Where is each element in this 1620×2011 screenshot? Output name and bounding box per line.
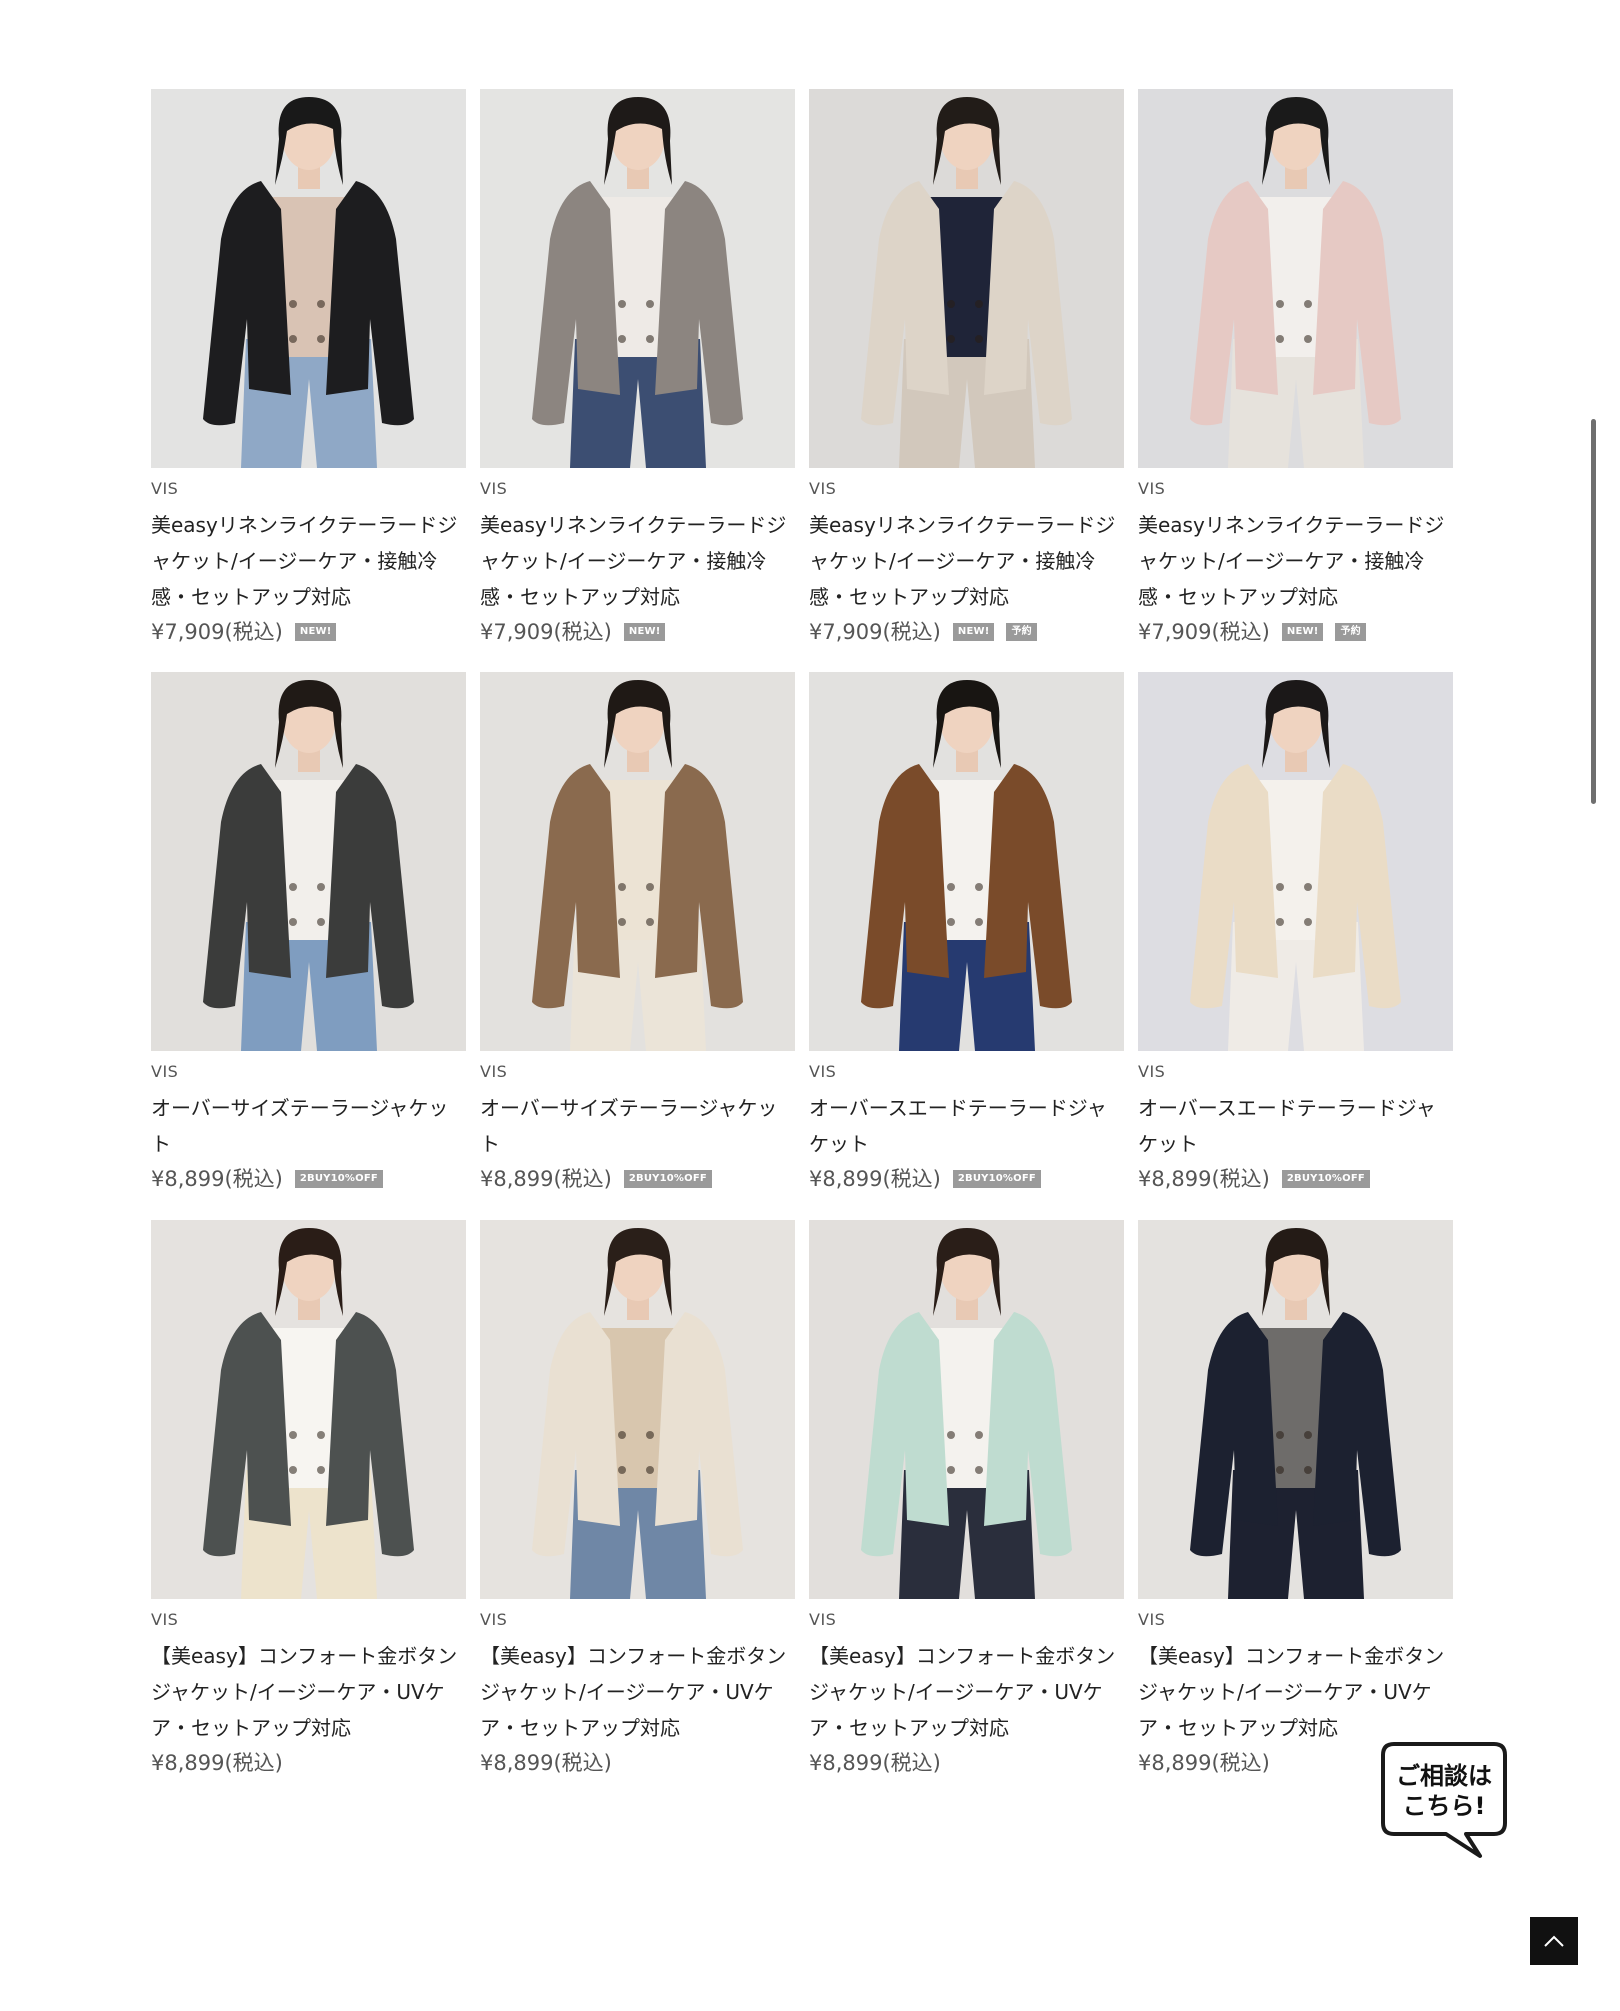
price-row: ¥7,909(税込) NEW! bbox=[480, 615, 795, 649]
product-card[interactable]: VIS 美easyリネンライクテーラードジャケット/イージーケア・接触冷感・セット… bbox=[809, 89, 1124, 672]
chevron-up-icon bbox=[1544, 1935, 1564, 1947]
product-photo-illustration bbox=[480, 672, 795, 1051]
product-card[interactable]: VIS 美easyリネンライクテーラードジャケット/イージーケア・接触冷感・セット… bbox=[151, 89, 466, 672]
product-price: ¥8,899(税込) bbox=[1138, 1751, 1270, 1775]
product-title-link[interactable]: 【美easy】コンフォート金ボタンジャケット/イージーケア・UVケア・セットアッ… bbox=[480, 1638, 795, 1746]
product-title-link[interactable]: オーバースエードテーラードジャケット bbox=[1138, 1090, 1453, 1162]
product-image[interactable] bbox=[151, 1220, 466, 1599]
product-photo-illustration bbox=[151, 89, 466, 468]
price-row: ¥7,909(税込) NEW! bbox=[151, 615, 466, 649]
product-image[interactable] bbox=[480, 89, 795, 468]
product-image[interactable] bbox=[1138, 1220, 1453, 1599]
price-row: ¥8,899(税込) bbox=[151, 1746, 466, 1780]
product-brand: VIS bbox=[480, 1062, 508, 1081]
product-brand: VIS bbox=[151, 1610, 179, 1629]
product-brand: VIS bbox=[809, 1610, 837, 1629]
product-image[interactable] bbox=[809, 1220, 1124, 1599]
product-brand: VIS bbox=[1138, 1062, 1166, 1081]
product-badge: 予約 bbox=[1335, 623, 1366, 641]
scrollbar-thumb[interactable] bbox=[1591, 419, 1596, 804]
price-row: ¥8,899(税込) 2BUY10%OFF bbox=[480, 1162, 795, 1196]
product-brand: VIS bbox=[480, 479, 508, 498]
product-image[interactable] bbox=[480, 1220, 795, 1599]
product-image[interactable] bbox=[1138, 89, 1453, 468]
product-title-link[interactable]: 【美easy】コンフォート金ボタンジャケット/イージーケア・UVケア・セットアッ… bbox=[809, 1638, 1124, 1746]
product-card[interactable]: VIS 【美easy】コンフォート金ボタンジャケット/イージーケア・UVケア・セッ… bbox=[480, 1220, 795, 1780]
product-brand: VIS bbox=[1138, 479, 1166, 498]
price-row: ¥8,899(税込) bbox=[809, 1746, 1124, 1780]
product-badge: 予約 bbox=[1006, 623, 1037, 641]
price-row: ¥7,909(税込) NEW! 予約 bbox=[809, 615, 1124, 649]
product-image[interactable] bbox=[151, 672, 466, 1051]
product-photo-illustration bbox=[1138, 1220, 1453, 1599]
product-badge: NEW! bbox=[1281, 623, 1324, 641]
product-image[interactable] bbox=[151, 89, 466, 468]
price-row: ¥8,899(税込) 2BUY10%OFF bbox=[151, 1162, 466, 1196]
product-title-link[interactable]: 美easyリネンライクテーラードジャケット/イージーケア・接触冷感・セットアップ… bbox=[480, 507, 795, 615]
product-photo-illustration bbox=[809, 89, 1124, 468]
product-card[interactable]: VIS 美easyリネンライクテーラードジャケット/イージーケア・接触冷感・セット… bbox=[480, 89, 795, 672]
price-row: ¥8,899(税込) bbox=[480, 1746, 795, 1780]
product-grid: VIS 美easyリネンライクテーラードジャケット/イージーケア・接触冷感・セット… bbox=[151, 89, 1469, 1780]
product-card[interactable]: VIS 【美easy】コンフォート金ボタンジャケット/イージーケア・UVケア・セッ… bbox=[151, 1220, 466, 1780]
product-badge: 2BUY10%OFF bbox=[623, 1170, 712, 1188]
product-photo-illustration bbox=[809, 1220, 1124, 1599]
product-card[interactable]: VIS オーバースエードテーラードジャケット ¥8,899(税込) 2BUY10%OF… bbox=[1138, 672, 1453, 1220]
product-title-link[interactable]: オーバースエードテーラードジャケット bbox=[809, 1090, 1124, 1162]
product-badge: 2BUY10%OFF bbox=[952, 1170, 1041, 1188]
product-brand: VIS bbox=[1138, 1610, 1166, 1629]
product-card[interactable]: VIS オーバーサイズテーラージャケット ¥8,899(税込) 2BUY10%OFF bbox=[151, 672, 466, 1220]
consultation-chat-button[interactable]: ご相談は こちら! bbox=[1380, 1741, 1508, 1859]
product-price: ¥8,899(税込) bbox=[151, 1167, 283, 1191]
product-card[interactable]: VIS 【美easy】コンフォート金ボタンジャケット/イージーケア・UVケア・セッ… bbox=[1138, 1220, 1453, 1780]
product-image[interactable] bbox=[480, 672, 795, 1051]
product-brand: VIS bbox=[151, 1062, 179, 1081]
product-photo-illustration bbox=[151, 1220, 466, 1599]
product-price: ¥7,909(税込) bbox=[480, 620, 612, 644]
product-title-link[interactable]: オーバーサイズテーラージャケット bbox=[151, 1090, 466, 1162]
product-title-link[interactable]: 【美easy】コンフォート金ボタンジャケット/イージーケア・UVケア・セットアッ… bbox=[1138, 1638, 1453, 1746]
product-photo-illustration bbox=[809, 672, 1124, 1051]
product-card[interactable]: VIS 【美easy】コンフォート金ボタンジャケット/イージーケア・UVケア・セッ… bbox=[809, 1220, 1124, 1780]
product-image[interactable] bbox=[809, 672, 1124, 1051]
product-price: ¥8,899(税込) bbox=[1138, 1167, 1270, 1191]
product-brand: VIS bbox=[809, 479, 837, 498]
product-photo-illustration bbox=[151, 672, 466, 1051]
product-price: ¥8,899(税込) bbox=[809, 1751, 941, 1775]
product-brand: VIS bbox=[809, 1062, 837, 1081]
price-row: ¥7,909(税込) NEW! 予約 bbox=[1138, 615, 1453, 649]
product-badge: NEW! bbox=[294, 623, 337, 641]
product-price: ¥8,899(税込) bbox=[809, 1167, 941, 1191]
product-badge: 2BUY10%OFF bbox=[294, 1170, 383, 1188]
product-price: ¥7,909(税込) bbox=[1138, 620, 1270, 644]
product-title-link[interactable]: 美easyリネンライクテーラードジャケット/イージーケア・接触冷感・セットアップ… bbox=[151, 507, 466, 615]
product-photo-illustration bbox=[480, 89, 795, 468]
product-card[interactable]: VIS オーバースエードテーラードジャケット ¥8,899(税込) 2BUY10%OF… bbox=[809, 672, 1124, 1220]
product-brand: VIS bbox=[151, 479, 179, 498]
product-brand: VIS bbox=[480, 1610, 508, 1629]
product-price: ¥7,909(税込) bbox=[809, 620, 941, 644]
product-title-link[interactable]: オーバーサイズテーラージャケット bbox=[480, 1090, 795, 1162]
back-to-top-button[interactable] bbox=[1530, 1917, 1578, 1965]
product-card[interactable]: VIS 美easyリネンライクテーラードジャケット/イージーケア・接触冷感・セット… bbox=[1138, 89, 1453, 672]
product-title-link[interactable]: 【美easy】コンフォート金ボタンジャケット/イージーケア・UVケア・セットアッ… bbox=[151, 1638, 466, 1746]
product-photo-illustration bbox=[1138, 89, 1453, 468]
product-price: ¥8,899(税込) bbox=[151, 1751, 283, 1775]
product-photo-illustration bbox=[480, 1220, 795, 1599]
product-badge: NEW! bbox=[623, 623, 666, 641]
product-badge: NEW! bbox=[952, 623, 995, 641]
product-title-link[interactable]: 美easyリネンライクテーラードジャケット/イージーケア・接触冷感・セットアップ… bbox=[809, 507, 1124, 615]
product-image[interactable] bbox=[1138, 672, 1453, 1051]
product-image[interactable] bbox=[809, 89, 1124, 468]
price-row: ¥8,899(税込) 2BUY10%OFF bbox=[809, 1162, 1124, 1196]
chat-label: ご相談は こちら! bbox=[1396, 1762, 1492, 1820]
product-photo-illustration bbox=[1138, 672, 1453, 1051]
product-price: ¥8,899(税込) bbox=[480, 1167, 612, 1191]
price-row: ¥8,899(税込) 2BUY10%OFF bbox=[1138, 1162, 1453, 1196]
product-badge: 2BUY10%OFF bbox=[1281, 1170, 1370, 1188]
product-title-link[interactable]: 美easyリネンライクテーラードジャケット/イージーケア・接触冷感・セットアップ… bbox=[1138, 507, 1453, 615]
product-price: ¥8,899(税込) bbox=[480, 1751, 612, 1775]
product-price: ¥7,909(税込) bbox=[151, 620, 283, 644]
product-card[interactable]: VIS オーバーサイズテーラージャケット ¥8,899(税込) 2BUY10%OFF bbox=[480, 672, 795, 1220]
